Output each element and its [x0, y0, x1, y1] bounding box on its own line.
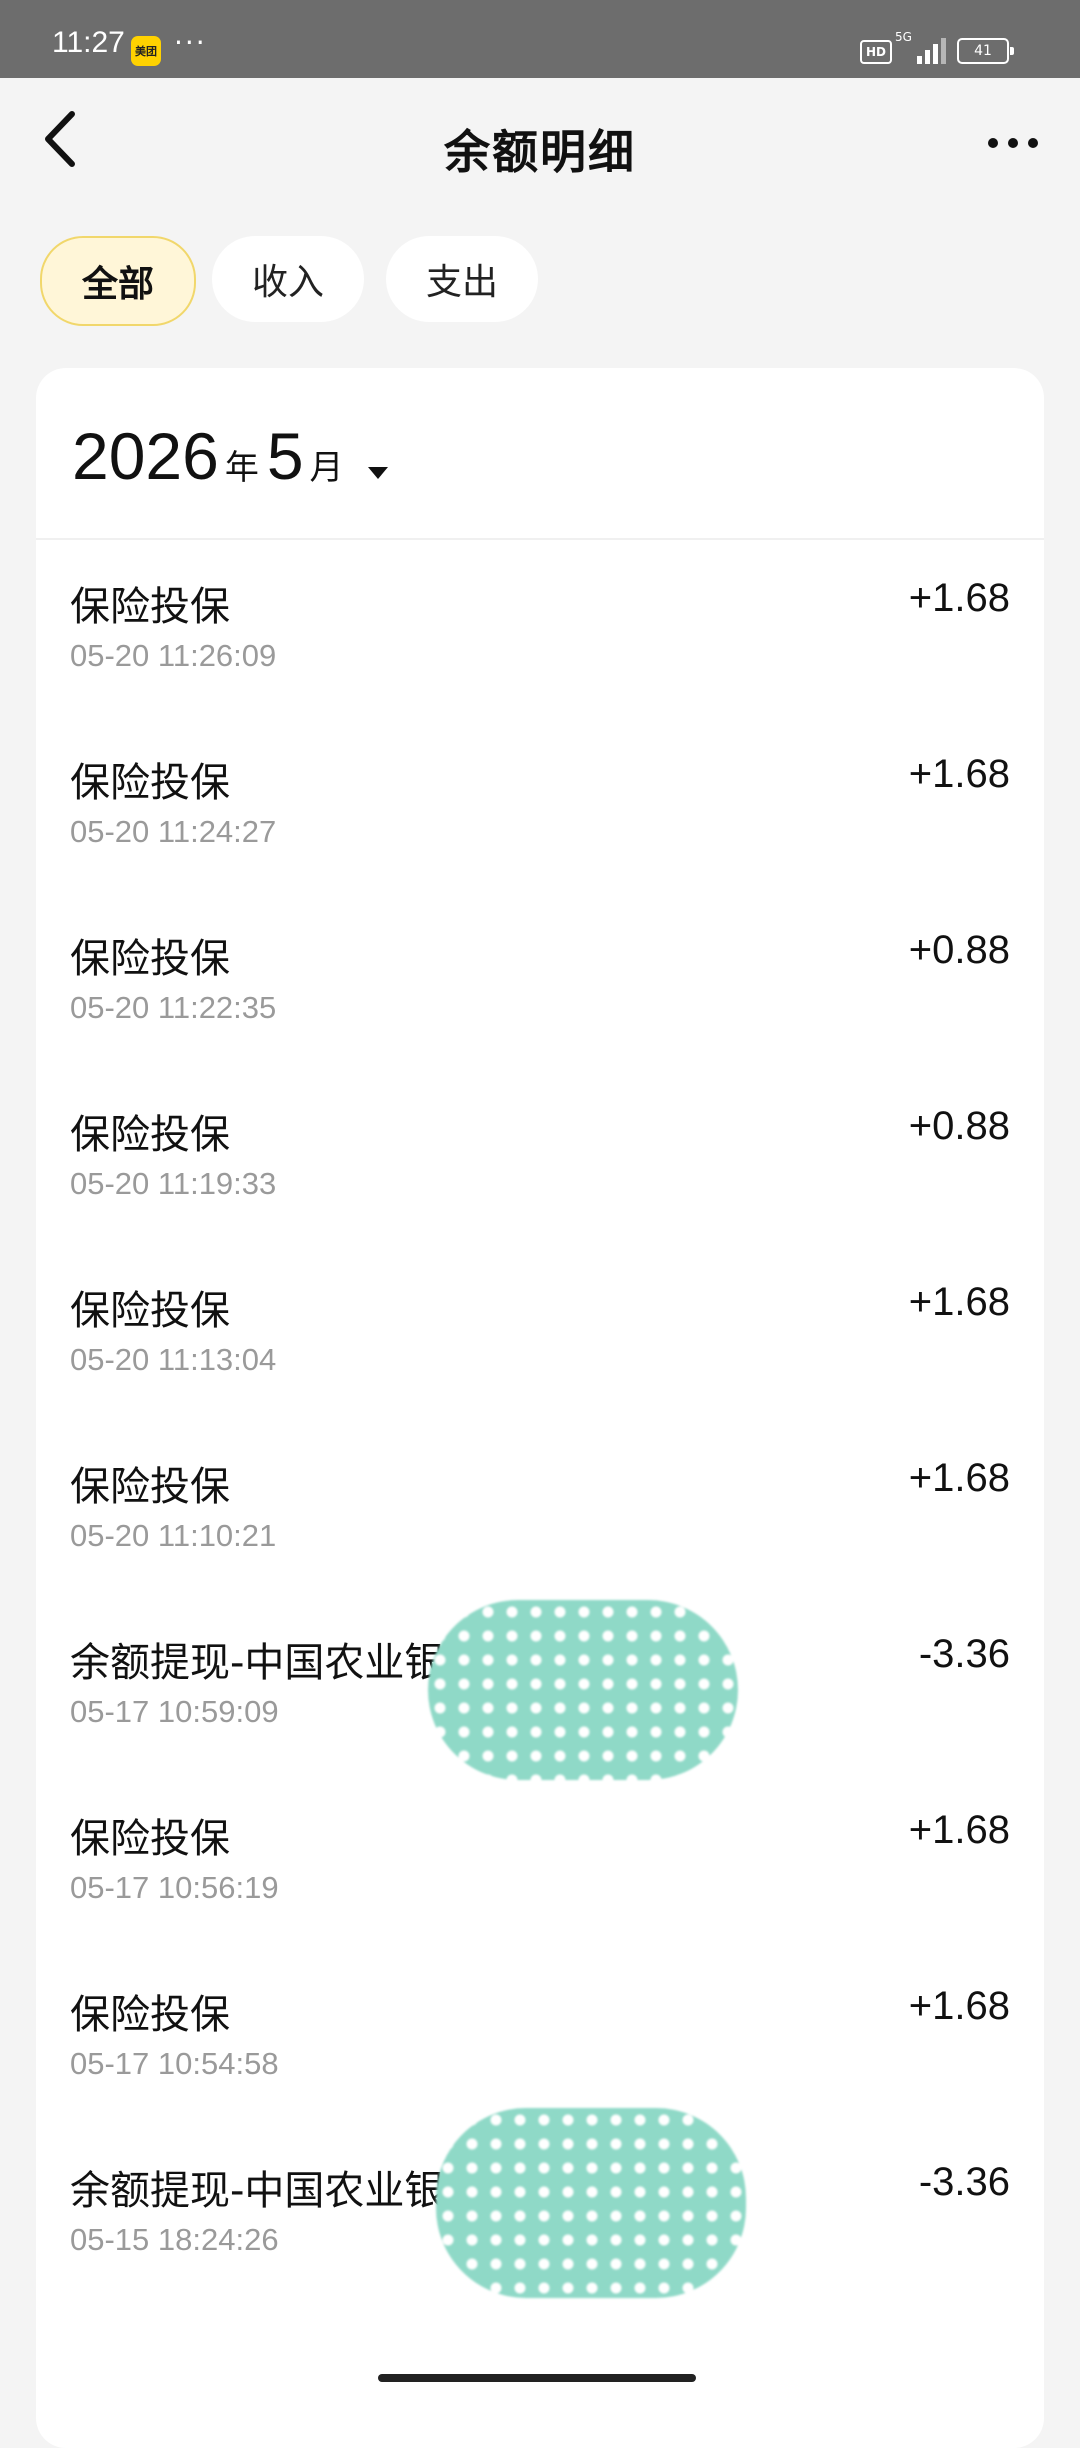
- more-notifications-icon: ···: [174, 26, 207, 59]
- transaction-time: 05-20 11:26:09: [70, 638, 277, 673]
- month-picker-year: 2026: [72, 419, 219, 493]
- meituan-notification-icon: 美团: [131, 36, 161, 66]
- transaction-time: 05-20 11:19:33: [70, 1166, 277, 1201]
- transaction-name: 保险投保: [70, 584, 230, 630]
- transaction-time: 05-17 10:56:19: [70, 1870, 279, 1905]
- transaction-row[interactable]: 保险投保 05-20 11:19:33 +0.88: [36, 1066, 1044, 1242]
- redaction-mark: [428, 1600, 738, 1780]
- home-indicator[interactable]: [378, 2374, 696, 2382]
- page-header: 余额明细: [0, 78, 1080, 208]
- hd-icon: HD: [860, 40, 892, 64]
- status-bar: 11:27 美团 ··· HD 5G 41: [0, 0, 1080, 78]
- transaction-name: 余额提现-中国农业银: [70, 1640, 445, 1686]
- transaction-row[interactable]: 保险投保 05-20 11:24:27 +1.68: [36, 714, 1044, 890]
- transaction-list: 保险投保 05-20 11:26:09 +1.68 保险投保 05-20 11:…: [36, 538, 1044, 2298]
- transaction-name: 保险投保: [70, 760, 230, 806]
- transaction-amount: -3.36: [918, 1632, 1010, 1676]
- transaction-time: 05-20 11:22:35: [70, 990, 277, 1025]
- transaction-name: 余额提现-中国农业银: [70, 2168, 445, 2214]
- transaction-name: 保险投保: [70, 1816, 230, 1862]
- battery-icon: 41: [957, 38, 1014, 64]
- transaction-time: 05-17 10:54:58: [70, 2046, 279, 2081]
- transaction-row[interactable]: 余额提现-中国农业银 05-15 18:24:26 -3.36: [36, 2108, 1044, 2298]
- transaction-row[interactable]: 保险投保 05-17 10:54:58 +1.68: [36, 1946, 1044, 2122]
- transaction-name: 保险投保: [70, 1464, 230, 1510]
- transaction-amount: +1.68: [908, 1984, 1010, 2028]
- transaction-amount: +1.68: [908, 1280, 1010, 1324]
- transaction-amount: -3.36: [918, 2160, 1010, 2204]
- transaction-amount: +1.68: [908, 576, 1010, 620]
- transaction-time: 05-15 18:24:26: [70, 2222, 279, 2257]
- transaction-row[interactable]: 保险投保 05-20 11:22:35 +0.88: [36, 890, 1044, 1066]
- transaction-row[interactable]: 保险投保 05-20 11:10:21 +1.68: [36, 1418, 1044, 1594]
- transaction-row[interactable]: 保险投保 05-20 11:26:09 +1.68: [36, 538, 1044, 714]
- status-time: 11:27: [52, 26, 125, 59]
- more-button[interactable]: [978, 126, 1048, 166]
- filter-tab-income[interactable]: 收入: [212, 236, 364, 322]
- transaction-amount: +1.68: [908, 752, 1010, 796]
- page-title: 余额明细: [444, 125, 636, 179]
- transaction-amount: +0.88: [908, 928, 1010, 972]
- transaction-amount: +1.68: [908, 1808, 1010, 1852]
- caret-down-icon: [367, 467, 388, 479]
- month-picker-year-unit: 年: [224, 448, 259, 488]
- transactions-card: 2026 年 5 月 保险投保 05-20 11:26:09 +1.68 保险投…: [36, 368, 1044, 2448]
- signal-icon: [895, 34, 946, 64]
- month-picker-month: 5: [266, 419, 304, 493]
- transaction-row[interactable]: 余额提现-中国农业银 05-17 10:59:09 -3.36: [36, 1594, 1044, 1780]
- month-picker-month-unit: 月: [309, 448, 344, 488]
- more-dots-icon: [988, 138, 998, 148]
- transaction-amount: +1.68: [908, 1456, 1010, 1500]
- transaction-time: 05-20 11:13:04: [70, 1342, 277, 1377]
- month-picker[interactable]: 2026 年 5 月: [72, 418, 388, 498]
- transaction-amount: +0.88: [908, 1104, 1010, 1148]
- transaction-name: 保险投保: [70, 936, 230, 982]
- transaction-time: 05-20 11:10:21: [70, 1518, 277, 1553]
- transaction-time: 05-17 10:59:09: [70, 1694, 279, 1729]
- transaction-name: 保险投保: [70, 1112, 230, 1158]
- transaction-row[interactable]: 保险投保 05-17 10:56:19 +1.68: [36, 1770, 1044, 1946]
- transaction-row[interactable]: 保险投保 05-20 11:13:04 +1.68: [36, 1242, 1044, 1418]
- filter-tab-expense[interactable]: 支出: [386, 236, 538, 322]
- redaction-mark: [436, 2108, 746, 2298]
- transaction-name: 保险投保: [70, 1992, 230, 2038]
- filter-tab-all[interactable]: 全部: [40, 236, 196, 326]
- transaction-name: 保险投保: [70, 1288, 230, 1334]
- transaction-time: 05-20 11:24:27: [70, 814, 277, 849]
